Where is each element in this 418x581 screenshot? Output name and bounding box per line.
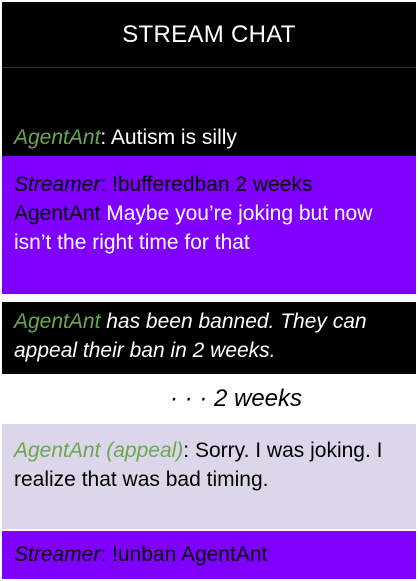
- message-separator: :: [100, 543, 113, 566]
- chat-message-highlighted: Streamer: !unban AgentAnt: [2, 531, 416, 579]
- username: AgentAnt: [14, 126, 101, 149]
- username: Streamer: [14, 543, 101, 566]
- message-text: Autism is silly: [110, 126, 237, 149]
- message-separator: :: [100, 173, 113, 196]
- username: AgentAnt (appeal): [14, 439, 184, 462]
- chat-message: AgentAnt: Autism is silly: [2, 68, 416, 156]
- chat-message-highlighted: Streamer: !bufferedban 2 weeks AgentAnt …: [2, 156, 416, 294]
- chat-header: STREAM CHAT: [2, 2, 416, 67]
- system-message: AgentAnt has been banned. They can appea…: [2, 302, 416, 374]
- mentioned-user: AgentAnt: [14, 202, 101, 225]
- chat-message: AgentAnt (appeal): Sorry. I was joking. …: [2, 424, 416, 529]
- username: AgentAnt: [14, 310, 101, 333]
- command-text: !unban AgentAnt: [112, 543, 268, 566]
- message-separator: :: [100, 126, 111, 149]
- chat-title: STREAM CHAT: [122, 20, 296, 48]
- command-text: !bufferedban 2 weeks: [112, 173, 313, 196]
- message-separator: :: [183, 439, 195, 462]
- username: Streamer: [14, 173, 101, 196]
- time-gap-label: · · · 2 weeks: [170, 385, 303, 412]
